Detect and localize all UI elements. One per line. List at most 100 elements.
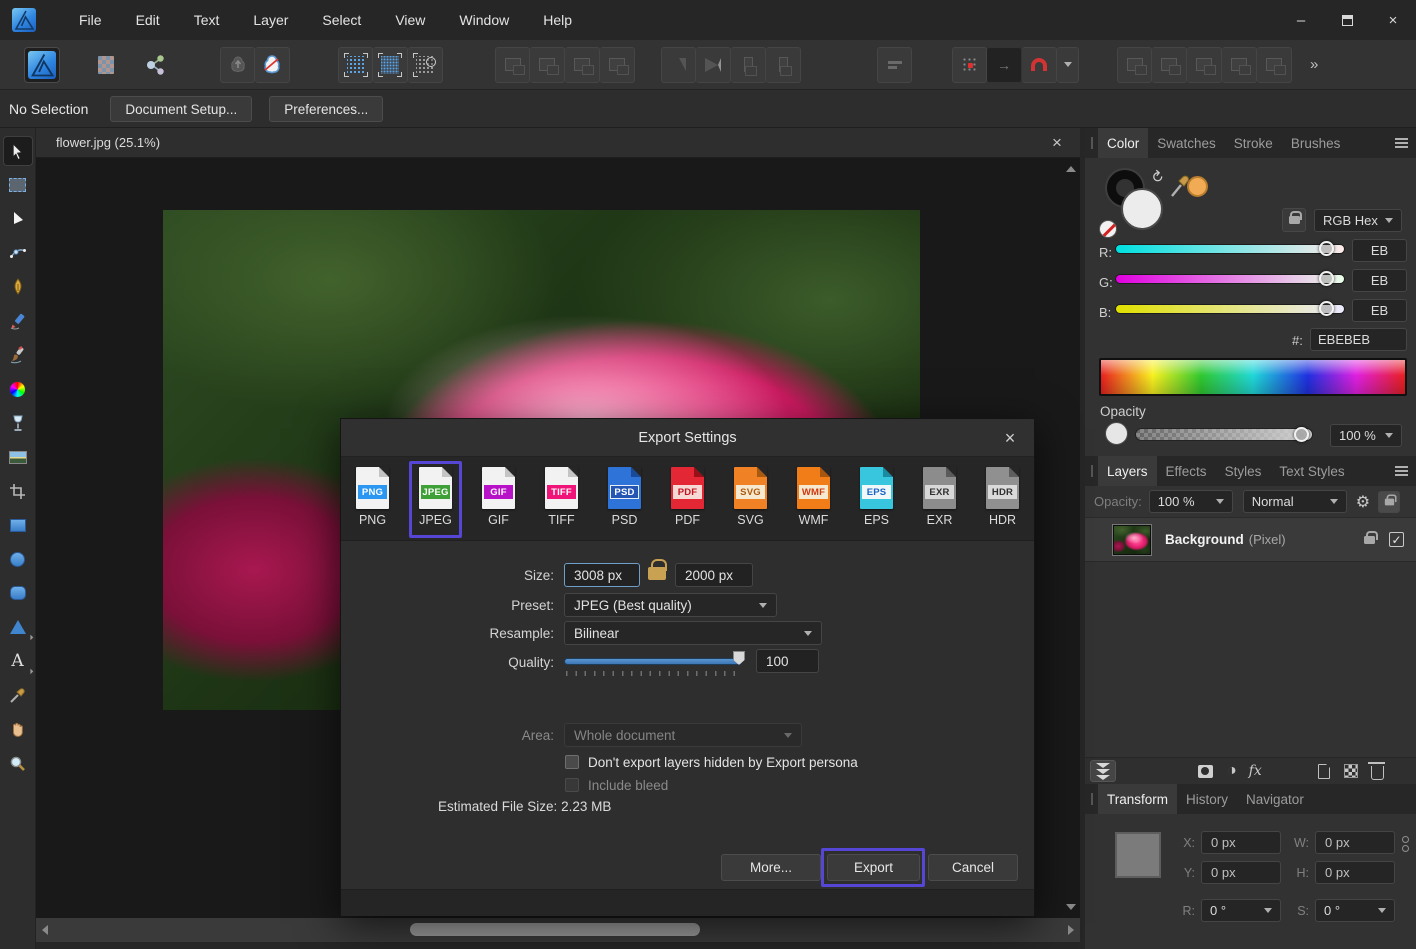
quality-value-field[interactable]: 100 (756, 649, 819, 673)
menu-help[interactable]: Help (526, 0, 589, 40)
point-transform-tool[interactable] (3, 238, 33, 268)
red-slider-handle[interactable] (1319, 241, 1334, 256)
export-button[interactable]: Export (827, 854, 920, 881)
toolbar-overflow-button[interactable]: » (1310, 56, 1318, 73)
new-layer-button[interactable] (1318, 764, 1330, 779)
boolean-divide-button[interactable] (1222, 47, 1257, 83)
vertical-scrollbar[interactable] (1064, 158, 1078, 918)
format-svg[interactable]: SVG SVG (719, 457, 782, 540)
node-select-tool[interactable] (3, 204, 33, 234)
rotate-cw-button[interactable] (766, 47, 801, 83)
pixel-persona-button[interactable] (88, 47, 123, 83)
layers-stack-button[interactable] (1090, 760, 1116, 782)
document-setup-button[interactable]: Document Setup... (110, 96, 252, 122)
snapping-toggle-button[interactable] (1022, 47, 1057, 83)
transparency-tool[interactable] (3, 408, 33, 438)
tab-effects[interactable]: Effects (1157, 456, 1216, 486)
blend-mode-dropdown[interactable]: Normal (1243, 490, 1347, 513)
insert-behind-button[interactable] (255, 47, 290, 83)
snap-grid-button[interactable] (373, 47, 408, 83)
link-dimensions-icon[interactable] (1402, 836, 1409, 852)
layer-thumbnail[interactable] (1113, 525, 1151, 555)
gear-icon[interactable]: ⚙ (1356, 492, 1370, 512)
layer-effects-button[interactable]: fx (1249, 763, 1262, 779)
format-exr[interactable]: EXR EXR (908, 457, 971, 540)
format-psd[interactable]: PSD PSD (593, 457, 656, 540)
format-eps[interactable]: EPS EPS (845, 457, 908, 540)
size-lock-icon[interactable] (648, 567, 666, 580)
layer-lock-button[interactable] (1378, 491, 1400, 513)
scroll-up-icon[interactable] (1066, 166, 1076, 172)
cancel-button[interactable]: Cancel (928, 854, 1018, 881)
rounded-rectangle-tool[interactable] (3, 578, 33, 608)
anchor-selector[interactable] (1115, 832, 1161, 878)
fill-color-swatch[interactable] (1121, 188, 1163, 230)
menu-text[interactable]: Text (177, 0, 237, 40)
color-mode-dropdown[interactable]: RGB Hex (1314, 209, 1402, 232)
artistic-text-tool[interactable]: A (3, 646, 33, 676)
shear-dropdown[interactable]: 0 ° (1315, 899, 1395, 922)
move-to-front-button[interactable] (495, 47, 530, 83)
color-lock-button[interactable] (1282, 208, 1306, 232)
insert-inside-button[interactable] (220, 47, 255, 83)
adjustment-layer-button[interactable]: ◑ (1227, 762, 1237, 780)
mask-layer-button[interactable] (1198, 765, 1213, 778)
vector-brush-tool[interactable] (3, 340, 33, 370)
pencil-tool[interactable] (3, 306, 33, 336)
transform-preview-button[interactable] (408, 47, 443, 83)
panel-grip[interactable] (1091, 465, 1093, 477)
color-spectrum[interactable] (1099, 358, 1407, 396)
maximize-button[interactable] (1324, 0, 1370, 40)
snapping-grid-button[interactable] (952, 47, 987, 83)
boolean-subtract-button[interactable] (1152, 47, 1187, 83)
panel-menu-icon[interactable] (1395, 470, 1408, 472)
zoom-tool[interactable] (3, 748, 33, 778)
h-field[interactable]: 0 px (1315, 861, 1395, 884)
size-width-field[interactable]: 3008 px (564, 563, 640, 587)
scroll-right-icon[interactable] (1068, 925, 1074, 935)
color-picker-tool[interactable] (3, 680, 33, 710)
pen-tool[interactable] (3, 272, 33, 302)
y-field[interactable]: 0 px (1201, 861, 1281, 884)
rotate-ccw-button[interactable] (731, 47, 766, 83)
preset-dropdown[interactable]: JPEG (Best quality) (564, 593, 777, 617)
x-field[interactable]: 0 px (1201, 831, 1281, 854)
preferences-button[interactable]: Preferences... (269, 96, 383, 122)
scrollbar-thumb[interactable] (410, 923, 700, 936)
size-height-field[interactable]: 2000 px (675, 563, 753, 587)
tab-stroke[interactable]: Stroke (1225, 128, 1282, 158)
tab-transform[interactable]: Transform (1098, 784, 1177, 814)
rectangle-tool[interactable] (3, 510, 33, 540)
menu-file[interactable]: File (62, 0, 119, 40)
scroll-left-icon[interactable] (42, 925, 48, 935)
opacity-swatch[interactable] (1105, 422, 1128, 445)
tab-navigator[interactable]: Navigator (1237, 784, 1313, 814)
scroll-down-icon[interactable] (1066, 904, 1076, 910)
format-jpeg[interactable]: JPEG JPEG (404, 457, 467, 540)
tab-history[interactable]: History (1177, 784, 1237, 814)
no-color-swatch[interactable] (1099, 220, 1117, 238)
delete-layer-button[interactable] (1371, 763, 1384, 780)
layer-opacity-dropdown[interactable]: 100 % (1149, 490, 1233, 513)
format-wmf[interactable]: WMF WMF (782, 457, 845, 540)
artboard-tool[interactable] (3, 170, 33, 200)
format-gif[interactable]: GIF GIF (467, 457, 530, 540)
move-to-back-button[interactable] (600, 47, 635, 83)
hex-field[interactable]: EBEBEB (1310, 328, 1407, 351)
move-tool[interactable] (3, 136, 33, 166)
menu-view[interactable]: View (378, 0, 442, 40)
tab-swatches[interactable]: Swatches (1148, 128, 1225, 158)
layer-locked-icon[interactable] (1364, 536, 1375, 544)
new-pixel-layer-button[interactable] (1344, 764, 1358, 778)
green-value-field[interactable]: EB (1352, 269, 1407, 292)
opacity-value-dropdown[interactable]: 100 % (1330, 424, 1402, 447)
crop-tool[interactable] (3, 476, 33, 506)
place-image-tool[interactable] (3, 442, 33, 472)
blue-slider-handle[interactable] (1319, 301, 1334, 316)
export-persona-button[interactable] (137, 47, 172, 83)
panel-grip[interactable] (1091, 793, 1093, 805)
recent-color-swatch[interactable] (1187, 176, 1208, 197)
resample-dropdown[interactable]: Bilinear (564, 621, 822, 645)
tab-layers[interactable]: Layers (1098, 456, 1157, 486)
dialog-close-icon[interactable]: × (998, 426, 1022, 450)
